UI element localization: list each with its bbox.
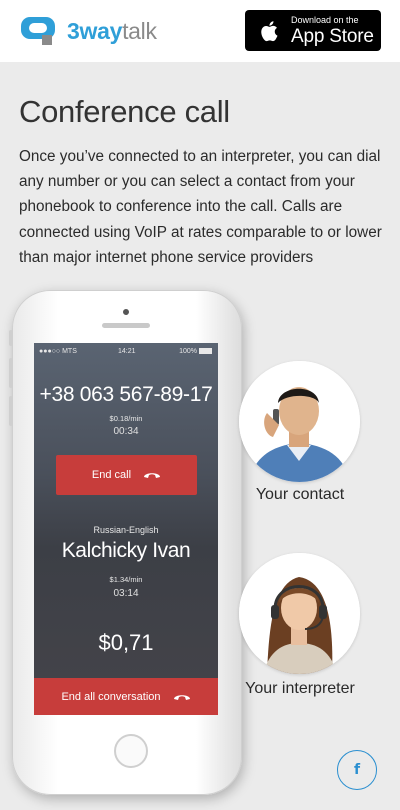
interpreter-language-pair: Russian-English — [93, 525, 159, 535]
phone-speaker — [102, 323, 150, 328]
contact-avatar — [239, 361, 360, 482]
page-title: Conference call — [19, 94, 230, 129]
contact-call-rate: $0.18/min — [109, 414, 143, 423]
end-call-label: End call — [91, 469, 132, 481]
status-bar: ●●●○○ MTS 14:21 100% — [34, 343, 218, 361]
logo-chat-icon — [20, 15, 60, 47]
phone-camera — [123, 309, 129, 315]
status-battery: 100% — [179, 348, 212, 355]
phone-volume-down — [9, 396, 13, 426]
app-store-button[interactable]: Download on the App Store — [245, 10, 381, 51]
logo[interactable]: 3waytalk — [20, 15, 157, 47]
phone-volume-up — [9, 358, 13, 388]
total-cost: $0,71 — [98, 630, 154, 655]
contact-call-duration: 00:34 — [113, 426, 139, 437]
phone-side-button — [9, 330, 13, 346]
end-all-conversation-button[interactable]: End all conversation — [34, 678, 218, 715]
facebook-icon[interactable]: f — [337, 750, 377, 790]
interpreter-name: Kalchicky Ivan — [61, 539, 191, 562]
logo-text-light: talk — [122, 17, 157, 44]
interpreter-avatar — [239, 553, 360, 674]
apple-icon — [261, 20, 278, 41]
status-carrier: ●●●○○ MTS — [39, 348, 77, 355]
app-store-small-text: Download on the — [291, 14, 359, 25]
logo-text: 3waytalk — [67, 18, 157, 45]
battery-percent: 100% — [179, 348, 197, 355]
hang-up-icon — [144, 473, 161, 478]
hang-up-icon — [173, 694, 190, 700]
iphone-mockup: ●●●○○ MTS 14:21 100% +38 063 567-89-17 $… — [9, 290, 242, 795]
contact-label: Your contact — [255, 486, 345, 503]
interpreter-label: Your interpreter — [245, 680, 355, 697]
interpreter-call-rate: $1.34/min — [109, 575, 143, 584]
phone-home-button — [114, 734, 148, 768]
header: 3waytalk Download on the App Store — [0, 0, 400, 62]
page-description: Once you’ve connected to an interpreter,… — [19, 148, 382, 266]
phone-screen: ●●●○○ MTS 14:21 100% +38 063 567-89-17 $… — [34, 343, 218, 715]
interpreter-call-duration: 03:14 — [113, 588, 139, 599]
contact-phone-number: +38 063 567-89-17 — [39, 383, 213, 406]
status-time: 14:21 — [118, 348, 136, 355]
end-all-label: End all conversation — [61, 690, 161, 703]
battery-icon — [199, 348, 212, 354]
end-call-button[interactable]: End call — [56, 455, 197, 495]
app-store-big-text: App Store — [291, 25, 374, 47]
logo-text-main: 3way — [67, 17, 123, 44]
